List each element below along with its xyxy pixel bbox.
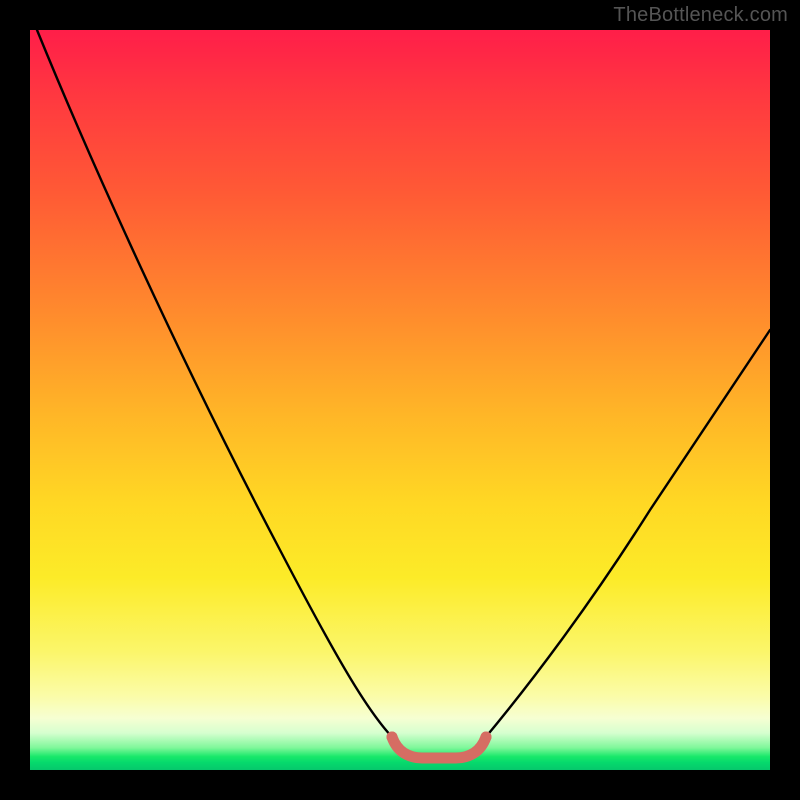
plot-area xyxy=(30,30,770,770)
watermark-text: TheBottleneck.com xyxy=(613,4,788,27)
optimal-range-marker xyxy=(392,737,486,758)
optimal-marker-dot-left xyxy=(387,732,398,743)
optimal-marker-dot-right xyxy=(481,732,492,743)
chart-container: TheBottleneck.com xyxy=(0,0,800,800)
bottleneck-curve-svg xyxy=(30,30,770,770)
bottleneck-curve-path xyxy=(37,30,770,756)
